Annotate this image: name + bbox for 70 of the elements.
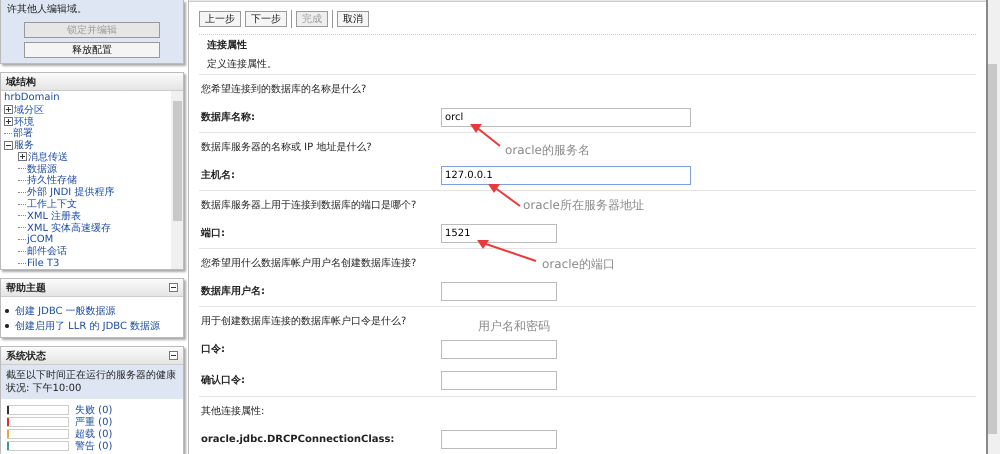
health-bar — [7, 405, 69, 415]
panel-title: 帮助主题 — [6, 281, 46, 294]
tree-item[interactable]: 数据源 — [27, 162, 57, 176]
input-field[interactable] — [441, 340, 557, 358]
tree-item[interactable]: 部署 — [13, 126, 33, 140]
help-link[interactable]: 创建启用了 LLR 的 JDBC 数据源 — [15, 318, 160, 332]
section-title: 连接属性 — [207, 38, 248, 53]
help-link[interactable]: 创建 JDBC 一般数据源 — [15, 304, 116, 318]
health-bar — [7, 429, 69, 439]
health-link[interactable]: 警告 (0) — [75, 439, 112, 453]
field-label: oracle.jdbc.DRCPConnectionClass: — [201, 434, 396, 444]
expand-icon[interactable] — [4, 116, 13, 126]
input-field[interactable]: 127.0.0.1 — [441, 166, 691, 184]
tree-item[interactable]: 环境 — [14, 114, 34, 128]
collapse-icon[interactable] — [169, 351, 178, 360]
health-bar — [7, 441, 69, 451]
question-text: 数据库服务器上用于连接到数据库的端口是哪个? — [201, 198, 416, 212]
wizard-button[interactable]: 上一步 — [199, 11, 241, 27]
panel-title: 域结构 — [6, 76, 36, 88]
tree-item[interactable]: jCOM — [27, 234, 54, 245]
field-label: 主机名: — [201, 168, 236, 182]
section-description: 定义连接属性。 — [207, 58, 278, 72]
panel-title: 系统状态 — [6, 350, 46, 362]
health-link[interactable]: 严重 (0) — [75, 415, 112, 429]
health-bar — [7, 417, 69, 427]
question-text: 您希望连接到的数据库的名称是什么? — [201, 82, 366, 96]
field-label: 端口: — [201, 226, 226, 240]
config-button[interactable]: 释放配置 — [24, 42, 160, 58]
tree-item[interactable]: 持久性存储 — [27, 173, 77, 188]
tree-item[interactable]: 消息传送 — [28, 150, 68, 164]
field-label: 确认口令: — [201, 374, 246, 387]
question-text: 其他连接属性: — [201, 404, 264, 418]
question-text: 数据库服务器的名称或 IP 地址是什么? — [201, 140, 372, 154]
health-link[interactable]: 超载 (0) — [75, 427, 112, 441]
tree-item[interactable]: File T3 — [27, 258, 60, 269]
annotation-text: 用户名和密码 — [478, 318, 550, 335]
tree-item[interactable]: hrbDomain — [4, 92, 60, 104]
bullet-icon — [5, 324, 9, 328]
annotation-text: oracle的端口 — [542, 256, 615, 273]
expand-icon[interactable] — [18, 152, 27, 162]
tree-item[interactable]: XML 注册表 — [27, 208, 82, 223]
input-field[interactable] — [441, 430, 557, 448]
health-summary: 截至以下时间正在运行的服务器的健康状况: 下午10:00 — [1, 365, 183, 399]
tree-item[interactable]: 工作上下文 — [27, 197, 77, 212]
collapse-icon[interactable] — [169, 283, 178, 292]
lock-note: 许其他人编辑域。 — [6, 2, 88, 17]
wizard-button[interactable]: 下一步 — [245, 11, 287, 27]
tree-item[interactable]: 邮件会话 — [27, 244, 67, 258]
collapse-icon[interactable] — [4, 140, 13, 150]
tree-item[interactable]: 域分区 — [14, 102, 44, 117]
input-field[interactable] — [441, 370, 557, 390]
tree-item[interactable]: 服务 — [14, 138, 34, 152]
tree-item[interactable]: 外部 JNDI 提供程序 — [27, 185, 114, 200]
health-link[interactable]: 失败 (0) — [75, 403, 112, 417]
tree-item[interactable]: XML 实体高速缓存 — [27, 220, 112, 235]
bullet-icon — [5, 308, 9, 312]
expand-icon[interactable] — [4, 105, 13, 114]
input-field[interactable]: orcl — [441, 108, 691, 126]
annotation-text: oracle所在服务器地址 — [523, 197, 644, 214]
field-label: 口令: — [201, 342, 226, 356]
field-label: 数据库用户名: — [201, 284, 266, 298]
scrollbar[interactable] — [171, 91, 183, 269]
question-text: 您希望用什么数据库帐户用户名创建数据库连接? — [201, 256, 416, 270]
field-label: 数据库名称: — [201, 110, 256, 124]
page-scrollbar[interactable] — [986, 0, 1000, 454]
input-field[interactable] — [441, 282, 557, 300]
question-text: 用于创建数据库连接的数据库帐户口令是什么? — [201, 314, 406, 328]
wizard-button[interactable]: 取消 — [337, 11, 369, 27]
annotation-text: oracle的服务名 — [505, 142, 590, 159]
input-field[interactable]: 1521 — [441, 224, 557, 242]
